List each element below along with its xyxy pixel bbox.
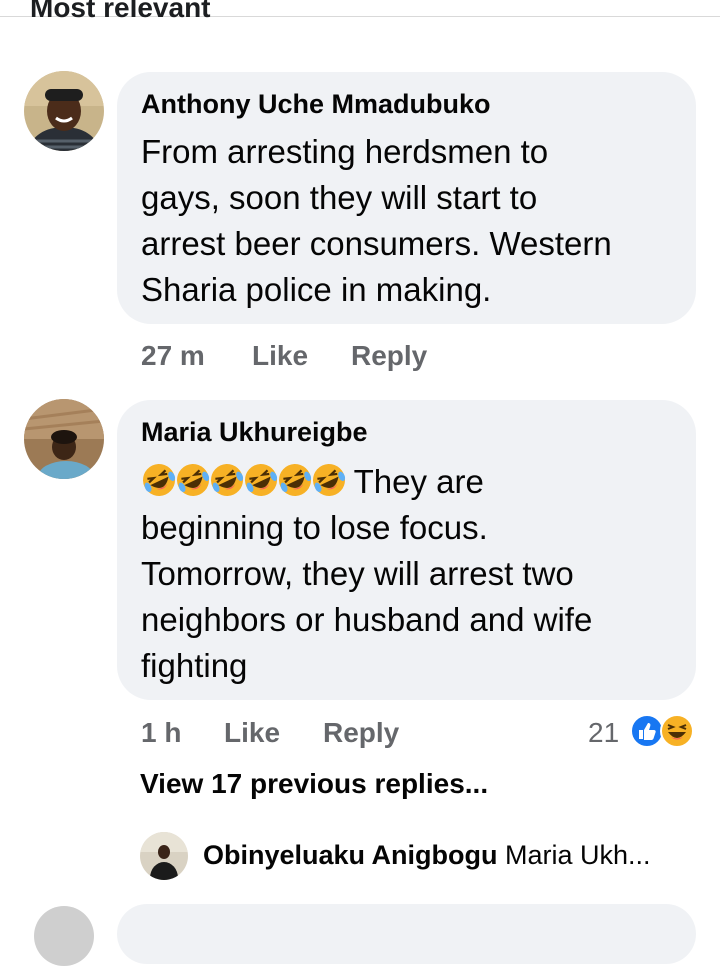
comment-line: From arresting herdsmen to (141, 133, 549, 170)
comment-line: fighting (141, 647, 248, 684)
comment-time[interactable]: 1 h (141, 717, 181, 749)
avatar[interactable] (24, 399, 104, 479)
reaction-count: 21 (588, 717, 620, 748)
comment-author[interactable]: Maria Ukhureigbe (141, 417, 368, 448)
comment-line: They are (353, 463, 484, 500)
avatar (34, 906, 94, 966)
reaction-summary[interactable]: 21 (588, 714, 698, 752)
reply-button[interactable]: Reply (351, 340, 427, 372)
rolling-on-floor-laughing-icon (311, 462, 347, 498)
view-previous-replies-link[interactable]: View 17 previous replies... (140, 768, 488, 800)
like-button[interactable]: Like (224, 717, 280, 749)
rolling-on-floor-laughing-icon (277, 462, 313, 498)
avatar[interactable] (140, 832, 188, 880)
comment-text: They are beginning to lose focus. Tomorr… (141, 459, 686, 689)
comment-line: Sharia police in making. (141, 271, 492, 308)
comment-time[interactable]: 27 m (141, 340, 205, 372)
rolling-on-floor-laughing-icon (141, 462, 177, 498)
emoji-row (141, 463, 354, 500)
comment-line: gays, soon they will start to (141, 179, 538, 216)
reply-snippet: Maria Ukh... (505, 840, 651, 870)
reply-button[interactable]: Reply (323, 717, 399, 749)
comment-line: arrest beer consumers. Western (141, 225, 612, 262)
like-button[interactable]: Like (252, 340, 308, 372)
comment-line: Tomorrow, they will arrest two (141, 555, 574, 592)
rolling-on-floor-laughing-icon (243, 462, 279, 498)
sort-label[interactable]: Most relevant (30, 0, 211, 24)
rolling-on-floor-laughing-icon (175, 462, 211, 498)
comment-bubble (117, 904, 696, 964)
comment-line: beginning to lose focus. (141, 509, 488, 546)
haha-icon (660, 714, 694, 748)
comment-first-line: They are (141, 459, 686, 505)
comment-line: neighbors or husband and wife (141, 601, 593, 638)
comment-author[interactable]: Anthony Uche Mmadubuko (141, 89, 491, 120)
like-icon (630, 714, 664, 748)
comment-text: From arresting herdsmen to gays, soon th… (141, 129, 612, 313)
reply-author[interactable]: Obinyeluaku Anigbogu (203, 840, 498, 870)
avatar[interactable] (24, 71, 104, 151)
rolling-on-floor-laughing-icon (209, 462, 245, 498)
reply-preview-text: Obinyeluaku Anigbogu Maria Ukh... (203, 840, 651, 871)
